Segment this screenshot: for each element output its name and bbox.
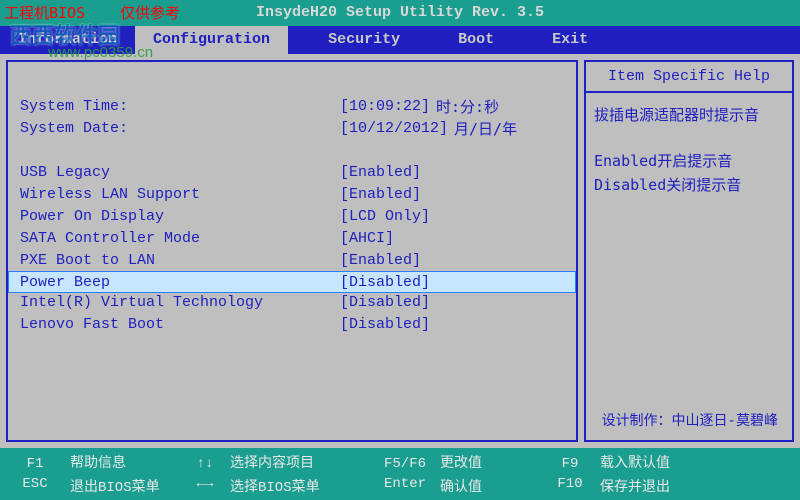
hint-select-item: 选择内容项目 [230, 452, 370, 472]
label: Power On Display [20, 206, 340, 228]
tab-security[interactable]: Security [310, 26, 418, 54]
value: [Disabled] [340, 292, 430, 314]
label: System Date: [20, 118, 340, 140]
row-usb-legacy[interactable]: USB Legacy [Enabled] [8, 162, 576, 184]
value: [Enabled] [340, 162, 421, 184]
row-pxe-boot[interactable]: PXE Boot to LAN [Enabled] [8, 250, 576, 272]
hint-select-menu: 选择BIOS菜单 [230, 476, 370, 496]
label: System Time: [20, 96, 340, 118]
value: [Disabled] [340, 314, 430, 336]
label: PXE Boot to LAN [20, 250, 340, 272]
row-system-time[interactable]: System Time: [10:09:22] 时:分:秒 [8, 96, 576, 118]
label: SATA Controller Mode [20, 228, 340, 250]
key-f10: F10 [540, 476, 600, 492]
row-sata-mode[interactable]: SATA Controller Mode [AHCI] [8, 228, 576, 250]
key-f5f6: F5/F6 [370, 456, 440, 472]
help-line: Enabled开启提示音 [594, 149, 784, 173]
label: Intel(R) Virtual Technology [20, 292, 340, 314]
tab-exit[interactable]: Exit [534, 26, 606, 54]
footer-bar: F1 ESC 帮助信息 退出BIOS菜单 ↑↓ ←→ 选择内容项目 选择BIOS… [0, 448, 800, 500]
tab-configuration[interactable]: Configuration [135, 26, 288, 54]
value: [10/12/2012] [340, 118, 448, 140]
value: [10:09:22] [340, 96, 430, 118]
help-panel: Item Specific Help 拔插电源适配器时提示音 Enabled开启… [584, 60, 794, 442]
help-body: 拔插电源适配器时提示音 Enabled开启提示音 Disabled关闭提示音 [594, 103, 784, 197]
hint-defaults: 载入默认值 [600, 452, 720, 472]
hint-help: 帮助信息 [70, 452, 180, 472]
label: Power Beep [20, 272, 340, 292]
key-enter: Enter [370, 476, 440, 492]
row-power-beep[interactable]: Power Beep [Disabled] [8, 271, 576, 293]
value: [LCD Only] [340, 206, 430, 228]
label: Lenovo Fast Boot [20, 314, 340, 336]
note: 月/日/年 [454, 118, 517, 140]
value: [AHCI] [340, 228, 394, 250]
note: 时:分:秒 [436, 96, 499, 118]
row-power-on-display[interactable]: Power On Display [LCD Only] [8, 206, 576, 228]
value: [Enabled] [340, 184, 421, 206]
label: USB Legacy [20, 162, 340, 184]
watermark-url: www.pc0359.cn [48, 44, 153, 61]
hint-save: 保存并退出 [600, 476, 720, 496]
help-line: 拔插电源适配器时提示音 [594, 103, 784, 127]
hint-change: 更改值 [440, 452, 540, 472]
hint-confirm: 确认值 [440, 476, 540, 496]
key-updown: ↑↓ [180, 456, 230, 472]
key-f1: F1 [0, 456, 70, 472]
hint-exit: 退出BIOS菜单 [70, 476, 180, 496]
value: [Disabled] [340, 272, 430, 292]
value: [Enabled] [340, 250, 421, 272]
help-title: Item Specific Help [586, 62, 792, 93]
settings-panel: System Time: [10:09:22] 时:分:秒 System Dat… [6, 60, 578, 442]
credit: 设计制作：中山逐日-莫碧峰 [602, 410, 778, 430]
key-esc: ESC [0, 476, 70, 492]
help-line: Disabled关闭提示音 [594, 173, 784, 197]
key-f9: F9 [540, 456, 600, 472]
key-leftright: ←→ [180, 476, 230, 492]
main-area: System Time: [10:09:22] 时:分:秒 System Dat… [0, 54, 800, 448]
watermark-ref: 仅供参考 [120, 2, 180, 23]
tab-boot[interactable]: Boot [440, 26, 512, 54]
row-intel-vt[interactable]: Intel(R) Virtual Technology [Disabled] [8, 292, 576, 314]
row-lenovo-fast-boot[interactable]: Lenovo Fast Boot [Disabled] [8, 314, 576, 336]
label: Wireless LAN Support [20, 184, 340, 206]
row-wireless-lan[interactable]: Wireless LAN Support [Enabled] [8, 184, 576, 206]
row-system-date[interactable]: System Date: [10/12/2012] 月/日/年 [8, 118, 576, 140]
